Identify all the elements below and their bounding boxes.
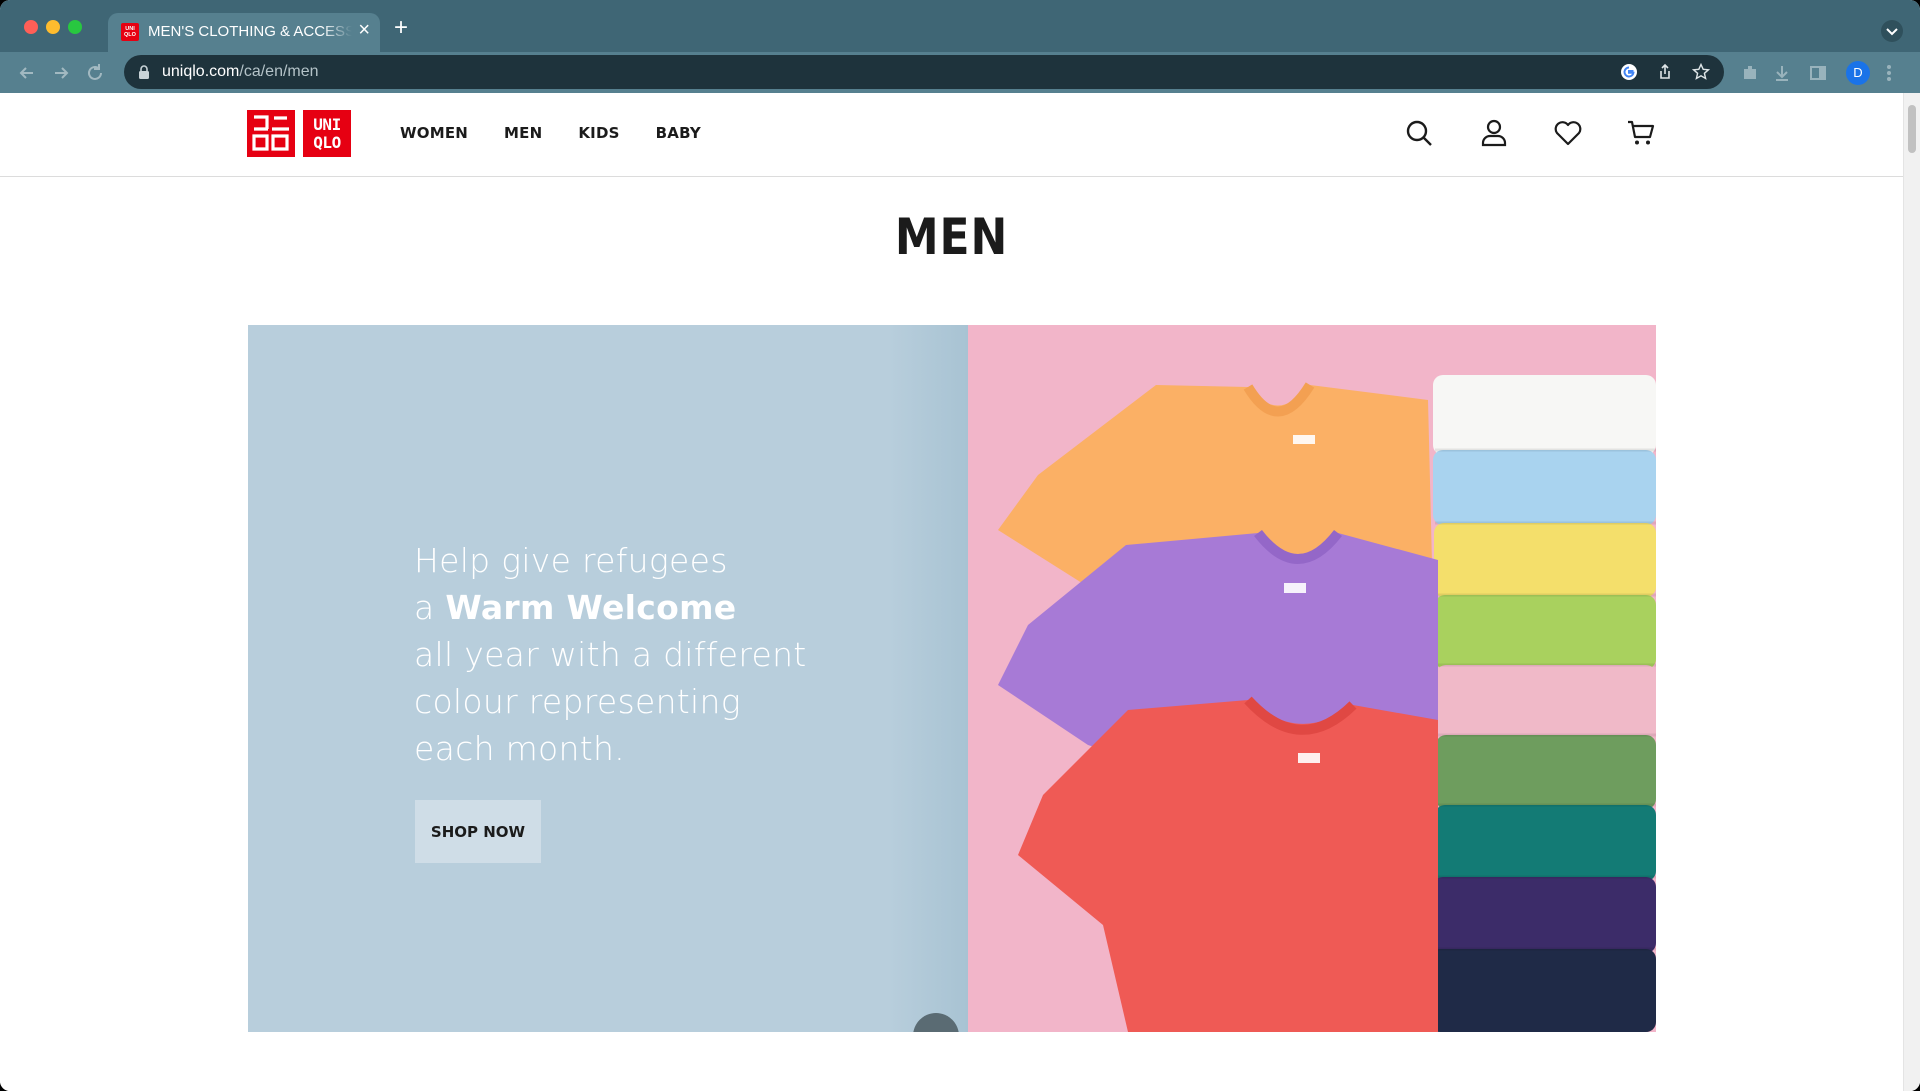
tab-title: MEN'S CLOTHING & ACCESSORIES [148,23,352,40]
folded-tshirt-stack [1430,375,1656,1032]
address-bar[interactable]: uniqlo.com/ca/en/men [124,55,1724,89]
browser-tab-active[interactable]: UNI QLO MEN'S CLOTHING & ACCESSORIES × [108,13,380,52]
nav-baby[interactable]: BABY [656,124,701,142]
hero-line-3: all year with a different [414,635,807,674]
wishlist-heart-icon[interactable] [1553,118,1583,148]
extensions-puzzle-icon[interactable] [1740,63,1760,83]
hero-line-2: a Warm Welcome [414,588,737,627]
scrollbar-thumb[interactable] [1908,105,1916,153]
main-nav: WOMEN MEN KIDS BABY [400,124,701,142]
hero-line-5: each month. [414,729,625,768]
cart-icon[interactable] [1626,118,1656,148]
tab-close-icon[interactable]: × [358,20,370,40]
new-tab-plus-icon[interactable]: + [394,16,408,40]
hero-banner[interactable]: Help give refugees a Warm Welcome all ye… [248,325,1656,1032]
red-tshirt [1018,696,1438,1032]
uniqlo-logo[interactable]: UNI QLO [247,110,351,157]
back-arrow-icon[interactable] [16,62,38,84]
menu-dots-icon[interactable] [1884,63,1894,83]
shop-now-button[interactable]: SHOP NOW [415,800,541,863]
side-panel-icon[interactable] [1808,63,1828,83]
nav-men[interactable]: MEN [504,124,542,142]
reload-icon[interactable] [84,62,106,84]
profile-avatar[interactable]: D [1846,61,1870,85]
download-icon[interactable] [1772,63,1792,83]
logo-katakana-mark [252,115,289,151]
chevron-down-icon[interactable] [1880,19,1904,43]
nav-kids[interactable]: KIDS [578,124,619,142]
account-icon[interactable] [1479,118,1509,148]
google-icon[interactable] [1620,63,1638,81]
nav-women[interactable]: WOMEN [400,124,468,142]
browser-window: UNI QLO MEN'S CLOTHING & ACCESSORIES × +… [0,0,1920,1091]
logo-uniqlo-text: UNI QLO [303,110,351,157]
site-header: UNI QLO WOMEN MEN KIDS BABY [0,93,1903,177]
hero-highlight: Warm Welcome [445,588,737,627]
url-text[interactable]: uniqlo.com/ca/en/men [162,63,319,81]
lock-icon[interactable] [138,65,150,79]
search-icon[interactable] [1404,118,1434,148]
window-close-button[interactable] [24,20,38,34]
window-minimize-button[interactable] [46,20,60,34]
svg-text:UNI: UNI [313,115,340,134]
logo-katakana [247,110,295,157]
hero-line-4: colour representing [414,682,741,721]
page-title: MEN [894,208,1009,266]
page-scrollbar[interactable] [1903,93,1920,1091]
web-page: UNI QLO WOMEN MEN KIDS BABY MEN Help giv… [0,93,1920,1091]
svg-text:QLO: QLO [313,133,340,152]
forward-arrow-icon[interactable] [50,62,72,84]
browser-toolbar: uniqlo.com/ca/en/men D [0,52,1920,93]
hero-headline: Help give refugees a Warm Welcome all ye… [414,537,854,772]
tab-bar: UNI QLO MEN'S CLOTHING & ACCESSORIES × + [0,0,1920,52]
bookmark-star-icon[interactable] [1692,63,1710,81]
logo-uniqlo-mark: UNI QLO [313,115,341,152]
hero-line-1: Help give refugees [414,541,728,580]
share-icon[interactable] [1656,63,1674,81]
window-maximize-button[interactable] [68,20,82,34]
uniqlo-favicon-icon: UNI QLO [121,23,139,41]
